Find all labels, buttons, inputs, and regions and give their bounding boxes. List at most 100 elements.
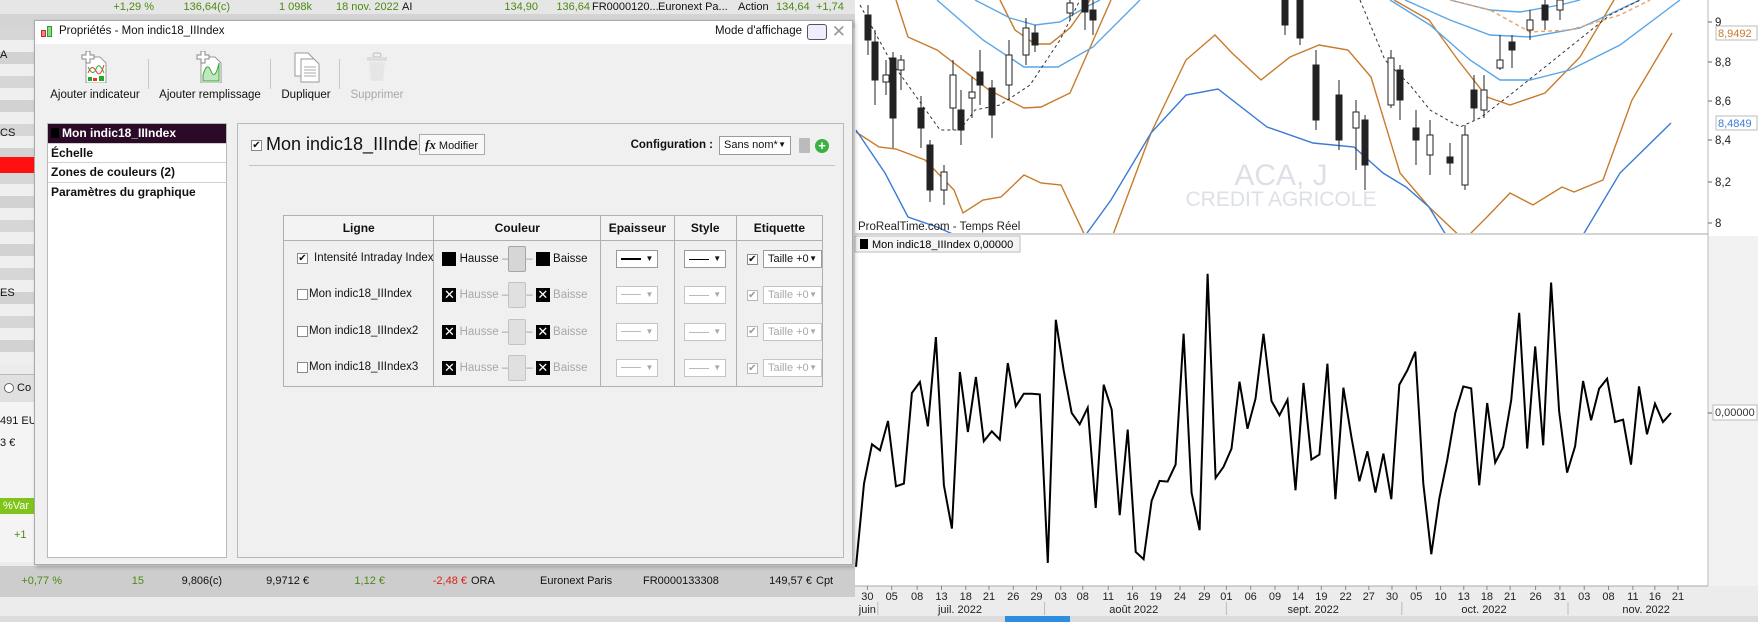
up-label: Hausse	[459, 362, 499, 375]
price-tick: 8,6	[1715, 96, 1731, 108]
candle-body	[940, 171, 948, 191]
candle-body	[976, 71, 984, 86]
delete-button[interactable]: Supprimer	[343, 51, 411, 101]
line-label: Mon indic18_IIIndex2	[309, 324, 419, 337]
save-icon[interactable]	[799, 138, 810, 153]
down-color-swatch[interactable]: ✕	[535, 361, 550, 375]
up-color-swatch[interactable]: ✕	[442, 288, 457, 303]
style-dropdown[interactable]: ▼	[684, 322, 727, 341]
function-icon: fx	[425, 137, 436, 152]
close-icon[interactable]: ✕	[832, 22, 846, 42]
down-label: Baisse	[553, 325, 588, 338]
add-indicator-icon	[80, 50, 110, 84]
add-fill-button[interactable]: Ajouter remplissage	[150, 50, 270, 101]
toolbar-separator	[339, 59, 340, 89]
display-mode-label[interactable]: Mode d'affichage	[715, 25, 802, 37]
col-couleur: Couleur	[433, 215, 602, 241]
label-checkbox[interactable]: ✔	[746, 326, 758, 338]
display-mode-icon[interactable]	[807, 24, 827, 40]
link-colors-icon[interactable]	[508, 246, 527, 272]
delete-label: Supprimer	[350, 89, 404, 101]
date-tick: 05	[886, 591, 898, 603]
candle-body	[1022, 27, 1030, 56]
month-label: juil. 2022	[937, 604, 982, 616]
label-size-dropdown[interactable]: Taille +0 ▼	[763, 322, 822, 341]
duplicate-icon	[291, 51, 321, 83]
style-dropdown[interactable]: ▼	[684, 250, 727, 268]
thickness-dropdown[interactable]: ▼	[616, 359, 659, 377]
up-color-swatch[interactable]	[442, 252, 457, 266]
down-label: Baisse	[553, 362, 588, 375]
indicator-zero-label: 0,00000	[1715, 407, 1755, 419]
date-tick: 22	[1340, 591, 1352, 603]
link-colors-icon[interactable]	[508, 355, 527, 381]
candle-body	[1461, 134, 1469, 186]
line-visible-checkbox[interactable]	[297, 362, 308, 373]
candle-body	[917, 107, 925, 129]
label-checkbox[interactable]: ✔	[746, 362, 758, 374]
add-fill-icon	[195, 50, 225, 84]
date-tick: 26	[1007, 591, 1019, 603]
up-color-swatch[interactable]: ✕	[442, 361, 457, 375]
link-colors-icon[interactable]	[508, 318, 527, 345]
date-tick: 24	[1174, 591, 1186, 603]
date-tick: 13	[935, 591, 947, 603]
style-dropdown[interactable]: ▼	[684, 286, 727, 305]
indicator-visible-checkbox[interactable]: ✔	[251, 140, 262, 151]
down-color-swatch[interactable]: ✕	[535, 324, 550, 339]
duplicate-button[interactable]: Dupliquer	[275, 51, 337, 101]
link-colors-icon[interactable]	[508, 282, 527, 309]
indicator-legend[interactable]: Mon indic18_IIIndex 0,00000	[854, 235, 1021, 253]
candle-body	[882, 74, 890, 83]
candle-body	[1412, 127, 1420, 141]
add-indicator-button[interactable]: Ajouter indicateur	[45, 50, 145, 101]
date-axis[interactable]: 30 05 08 13 18 21 26 29 03 08 11 16 19 24 29 01 06 09 14 19…	[858, 586, 1684, 616]
modify-button[interactable]: fx Modifier	[419, 134, 485, 155]
taskbar-active-tab[interactable]	[1005, 616, 1070, 622]
date-tick: 05	[1410, 591, 1422, 603]
col-ligne: Ligne	[282, 215, 435, 241]
candle-body	[1296, 0, 1304, 39]
configuration-dropdown[interactable]: Sans nom* ▼	[719, 136, 791, 155]
line-label: Mon indic18_IIIndex	[309, 288, 412, 300]
col-etiquette: Etiquette	[735, 215, 824, 241]
nav-item-color-zones[interactable]: Zones de couleurs (2)	[48, 163, 226, 183]
price-tick: 8,2	[1715, 177, 1731, 189]
thickness-dropdown[interactable]: ▼	[616, 286, 659, 305]
line-visible-checkbox[interactable]: ✔	[297, 253, 308, 264]
nav-item-chart-settings[interactable]: Paramètres du graphique	[48, 183, 226, 203]
label-size-dropdown[interactable]: Taille +0 ▼	[763, 250, 822, 268]
candle-body	[1426, 134, 1434, 156]
indicator-name: Mon indic18_IIIndex	[266, 134, 428, 154]
candle-body	[1361, 119, 1369, 166]
candle-body	[1352, 111, 1360, 129]
month-label: nov. 2022	[1622, 604, 1670, 616]
date-tick: 03	[1055, 591, 1067, 603]
line-visible-checkbox[interactable]	[297, 325, 308, 337]
up-color-swatch[interactable]: ✕	[442, 324, 457, 339]
candle-body	[968, 91, 976, 99]
dialog-titlebar[interactable]: Propriétés - Mon indic18_IIIndex Mode d'…	[35, 21, 852, 44]
style-dropdown[interactable]: ▼	[684, 359, 727, 377]
add-config-icon[interactable]: +	[815, 139, 829, 153]
thickness-dropdown[interactable]: ▼	[616, 322, 659, 341]
data-source: ProRealTime.com - Temps Réel	[858, 221, 1020, 233]
indicator-legend-text: Mon indic18_IIIndex 0,00000	[872, 239, 1013, 251]
label-size-dropdown[interactable]: Taille +0 ▼	[763, 359, 822, 377]
month-label: sept. 2022	[1288, 604, 1339, 616]
date-tick: 19	[1315, 591, 1327, 603]
label-checkbox[interactable]: ✔	[746, 253, 758, 265]
nav-item-scale[interactable]: Échelle	[48, 144, 226, 163]
nav-item-indicator[interactable]: Mon indic18_IIIndex	[48, 124, 226, 144]
label-checkbox[interactable]: ✔	[746, 289, 758, 301]
down-color-swatch[interactable]	[535, 252, 550, 266]
line-visible-checkbox[interactable]	[297, 289, 308, 300]
down-color-swatch[interactable]: ✕	[535, 288, 550, 303]
label-size-dropdown[interactable]: Taille +0 ▼	[763, 286, 822, 305]
line-row: Mon indic18_IIIndex2 ✕ Hausse – – ✕ Baiss…	[282, 313, 824, 350]
thickness-dropdown[interactable]: ▼	[616, 250, 659, 268]
divider	[249, 165, 835, 166]
candle-body	[1480, 89, 1488, 111]
candle-body	[1387, 57, 1395, 106]
up-label: Hausse	[459, 253, 499, 266]
